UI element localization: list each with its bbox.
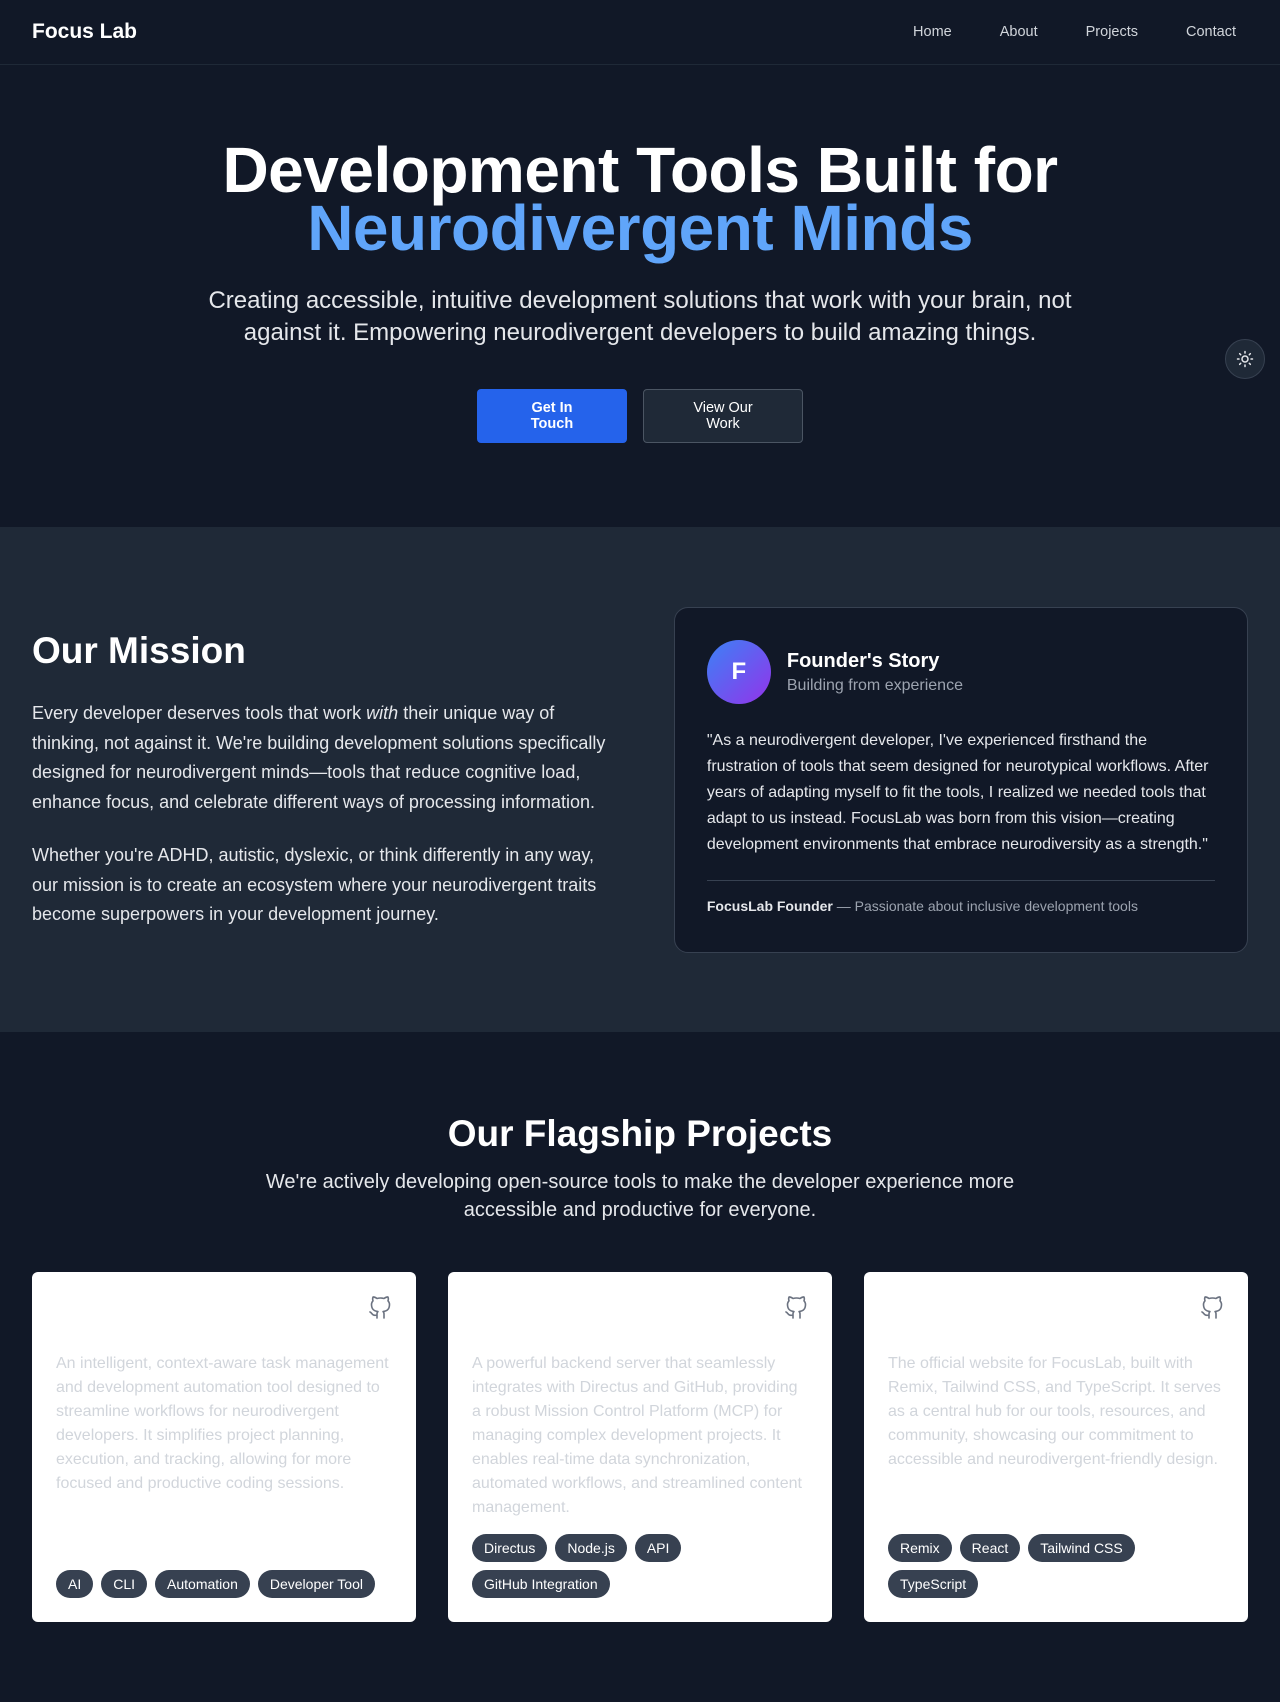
projects-title: Our Flagship Projects <box>447 1113 833 1154</box>
tag: Remix <box>888 1534 952 1562</box>
project-cards: An intelligent, context-aware task manag… <box>32 1272 1248 1622</box>
nav-link-projects[interactable]: Projects <box>1062 16 1162 48</box>
mission-p1-emphasis: with <box>366 703 399 723</box>
nav-link-about[interactable]: About <box>976 16 1062 48</box>
tag: Node.js <box>555 1534 627 1562</box>
project-tags: AI CLI Automation Developer Tool <box>56 1570 392 1598</box>
mission-p1-start: Every developer deserves tools that work <box>32 703 367 723</box>
founder-subtitle: Building from experience <box>786 676 963 694</box>
tag: React <box>959 1534 1021 1562</box>
project-description: The official website for FocusLab, built… <box>888 1355 1221 1468</box>
founder-name: FocusLab Founder <box>706 898 833 914</box>
tag: Automation <box>155 1570 250 1598</box>
mission-paragraph-1: Every developer deserves tools that work… <box>32 699 610 817</box>
tag: API <box>634 1534 682 1562</box>
tag: Directus <box>472 1534 548 1562</box>
founder-heading: Founder's Story Building from experience <box>787 650 963 695</box>
tag: TypeScript <box>888 1570 979 1598</box>
mission-section: Our Mission Every developer deserves too… <box>0 527 1280 1032</box>
project-description: An intelligent, context-aware task manag… <box>56 1355 389 1492</box>
theme-toggle-button[interactable] <box>1225 339 1265 379</box>
project-card[interactable]: An intelligent, context-aware task manag… <box>32 1272 416 1622</box>
view-our-work-button[interactable]: View Our Work <box>643 389 803 443</box>
project-tags: Remix React Tailwind CSS TypeScript <box>888 1534 1224 1598</box>
hero-title-highlight: Neurodivergent Minds <box>307 192 973 264</box>
project-card[interactable]: The official website for FocusLab, built… <box>864 1272 1248 1622</box>
avatar: F <box>706 640 771 704</box>
github-icon[interactable] <box>784 1296 808 1320</box>
project-tags: Directus Node.js API GitHub Integration <box>472 1534 808 1598</box>
projects-lead: We're actively developing open-source to… <box>265 1171 1015 1221</box>
tag: Tailwind CSS <box>1028 1534 1135 1562</box>
tag: Developer Tool <box>257 1570 375 1598</box>
founder-title: Founder's Story <box>786 649 940 672</box>
hero-subtitle: Creating accessible, intuitive developme… <box>208 287 1072 346</box>
projects-section: Our Flagship Projects We're actively dev… <box>0 1032 1280 1622</box>
project-description: A powerful backend server that seamlessl… <box>472 1355 802 1516</box>
founder-story-card: F Founder's Story Building from experien… <box>673 607 1248 953</box>
mission-title: Our Mission <box>32 630 246 671</box>
founder-attribution: FocusLab Founder — Passionate about incl… <box>706 880 1215 914</box>
nav-link-contact[interactable]: Contact <box>1162 16 1248 48</box>
tag: CLI <box>101 1570 148 1598</box>
project-card[interactable]: A powerful backend server that seamlessl… <box>448 1272 832 1622</box>
tag: AI <box>56 1570 94 1598</box>
founder-role: — Passionate about inclusive development… <box>832 898 1138 914</box>
hero-title: Development Tools Built for Neurodiverge… <box>0 138 1280 264</box>
get-in-touch-button[interactable]: Get In Touch <box>477 389 627 443</box>
hero-section: Development Tools Built for Neurodiverge… <box>0 65 1280 527</box>
sun-icon <box>1236 350 1254 368</box>
site-header: Focus Lab Home About Projects Contact <box>0 0 1280 65</box>
github-icon[interactable] <box>368 1296 392 1320</box>
tag: GitHub Integration <box>472 1570 610 1598</box>
github-icon[interactable] <box>1200 1296 1224 1320</box>
hero-actions: Get In Touch View Our Work <box>0 389 1280 443</box>
site-logo[interactable]: Focus Lab <box>32 20 137 44</box>
mission-paragraph-2: Whether you're ADHD, autistic, dyslexic,… <box>32 845 597 924</box>
founder-quote: "As a neurodivergent developer, I've exp… <box>706 732 1209 853</box>
founder-header: F Founder's Story Building from experien… <box>706 640 1215 704</box>
nav-link-home[interactable]: Home <box>889 16 976 48</box>
main-nav: Home About Projects Contact <box>889 16 1248 48</box>
mission-text: Our Mission Every developer deserves too… <box>32 607 610 1032</box>
